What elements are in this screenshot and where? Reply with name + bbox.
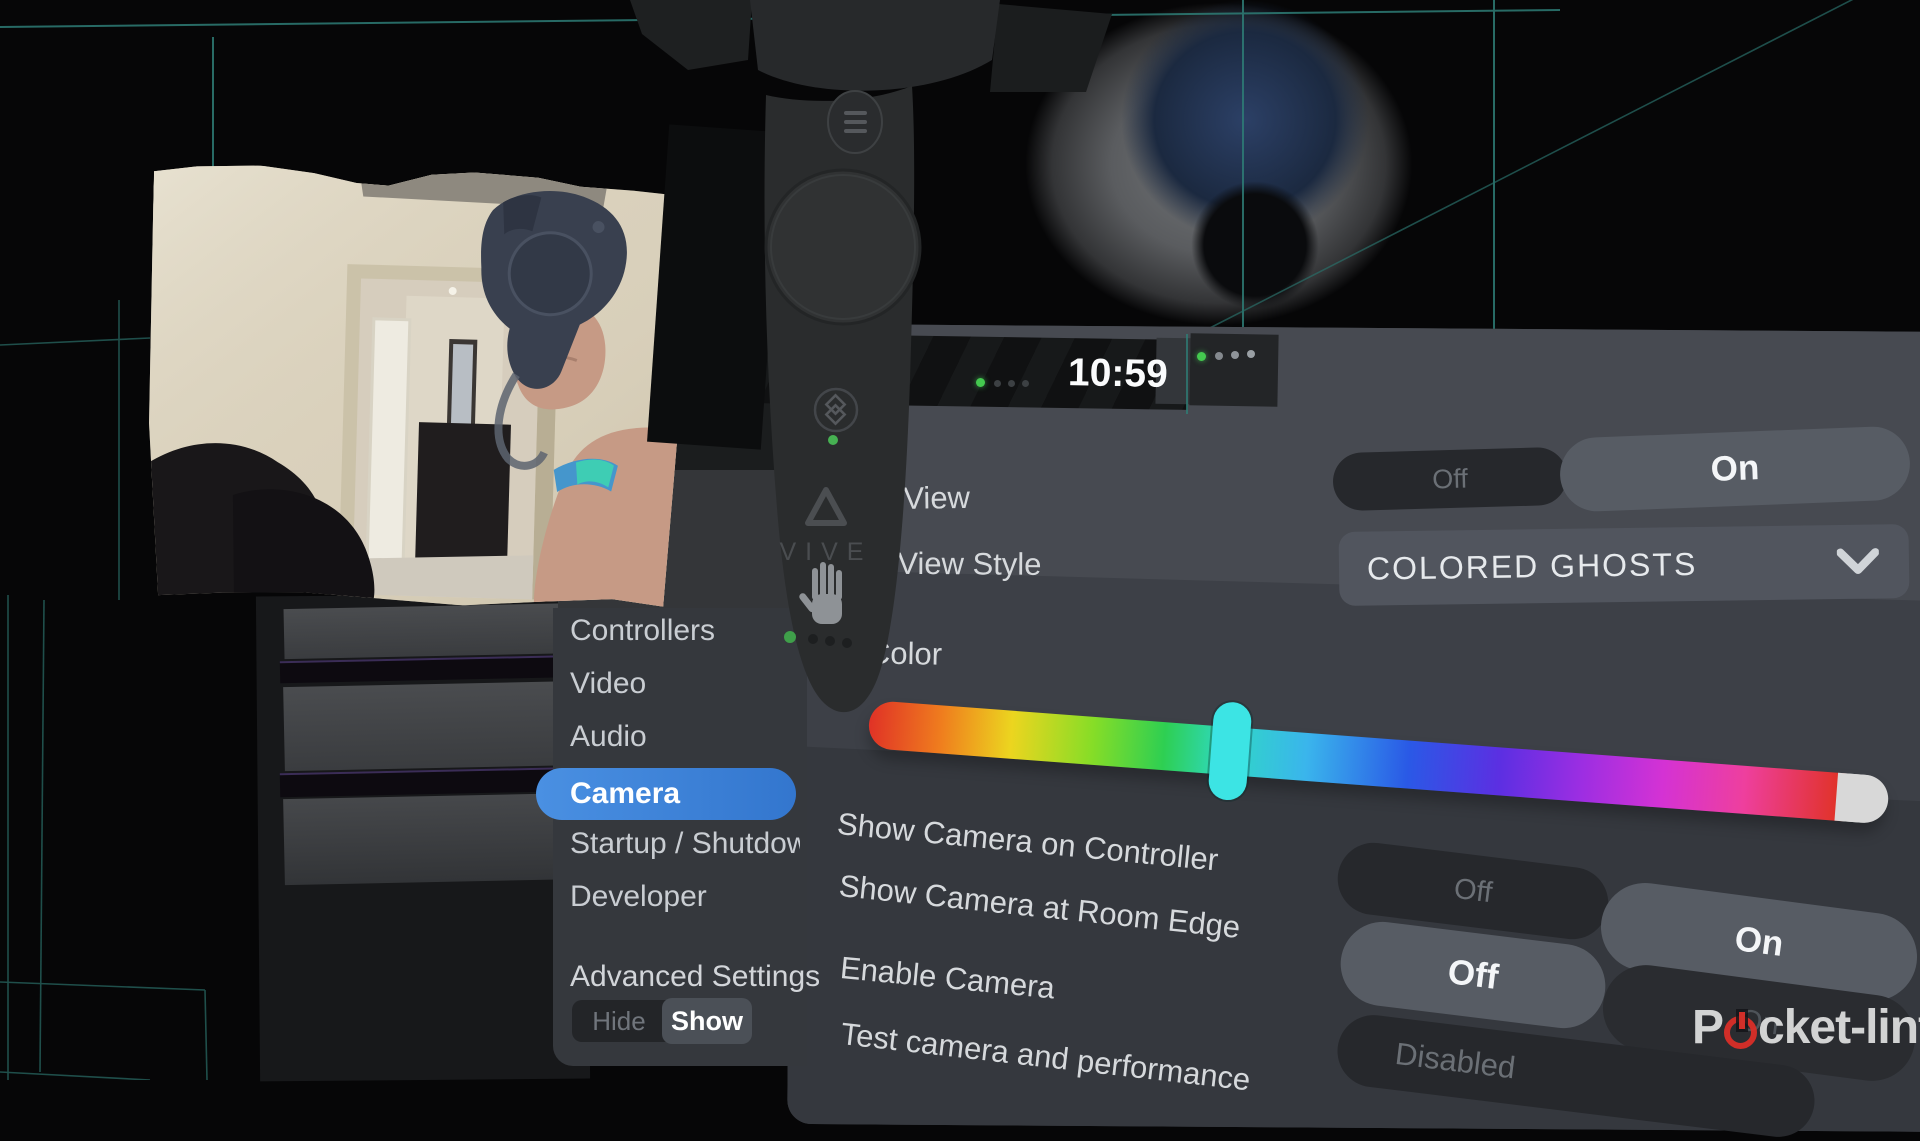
menu-icon [844,111,867,133]
controller-dot-green [784,631,796,643]
tracking-dot-green [1197,352,1206,361]
vive-brand-text: VIVE [780,538,873,566]
controller-dot [808,634,818,644]
sidebar-item-camera[interactable]: Camera [536,768,796,820]
watermark-prefix: P [1692,1000,1723,1055]
advanced-settings-label: Advanced Settings [570,960,820,994]
vive-controller: VIVE [600,0,1140,760]
advanced-settings-visibility-toggle[interactable]: Hide Show [572,998,752,1044]
sidebar-item-startup-shutdown[interactable]: Startup / Shutdown [570,823,800,865]
clock-bar-notch [1189,333,1278,407]
sidebar-item-camera-label: Camera [570,777,680,811]
power-icon [1724,1016,1757,1049]
grid-line-vertical [1186,334,1188,414]
cabinet-drawer [283,681,587,771]
hide-option[interactable]: Hide [572,1000,666,1042]
controller-dot [825,636,835,646]
pocket-lint-watermark: Pcket-lint [1692,1000,1920,1055]
room-view-toggle-on[interactable]: On [1559,425,1912,512]
controller-head [750,0,1000,91]
tracking-dot [1247,350,1255,358]
controller-ring-right [990,4,1112,92]
cabinet-drawer [284,603,587,659]
room-view-toggle-off[interactable]: Off [1332,447,1568,512]
show-option[interactable]: Show [662,998,752,1044]
tracking-dot [1231,351,1239,359]
status-led [828,435,838,445]
color-slider-end-cap [1834,773,1889,825]
room-view-style-dropdown[interactable]: COLORED GHOSTS [1339,524,1910,606]
tracking-dot [1215,352,1223,360]
watermark-suffix: cket-lint [1758,1000,1920,1055]
chevron-down-icon [1837,547,1879,576]
room-view-style-value: COLORED GHOSTS [1367,544,1837,588]
background-dark-spot [1170,160,1340,330]
color-slider-handle[interactable] [1207,701,1252,802]
touchpad [766,170,920,324]
controller-ring-left [630,0,752,70]
controller-dot [842,638,852,648]
sidebar-item-developer[interactable]: Developer [570,876,800,918]
